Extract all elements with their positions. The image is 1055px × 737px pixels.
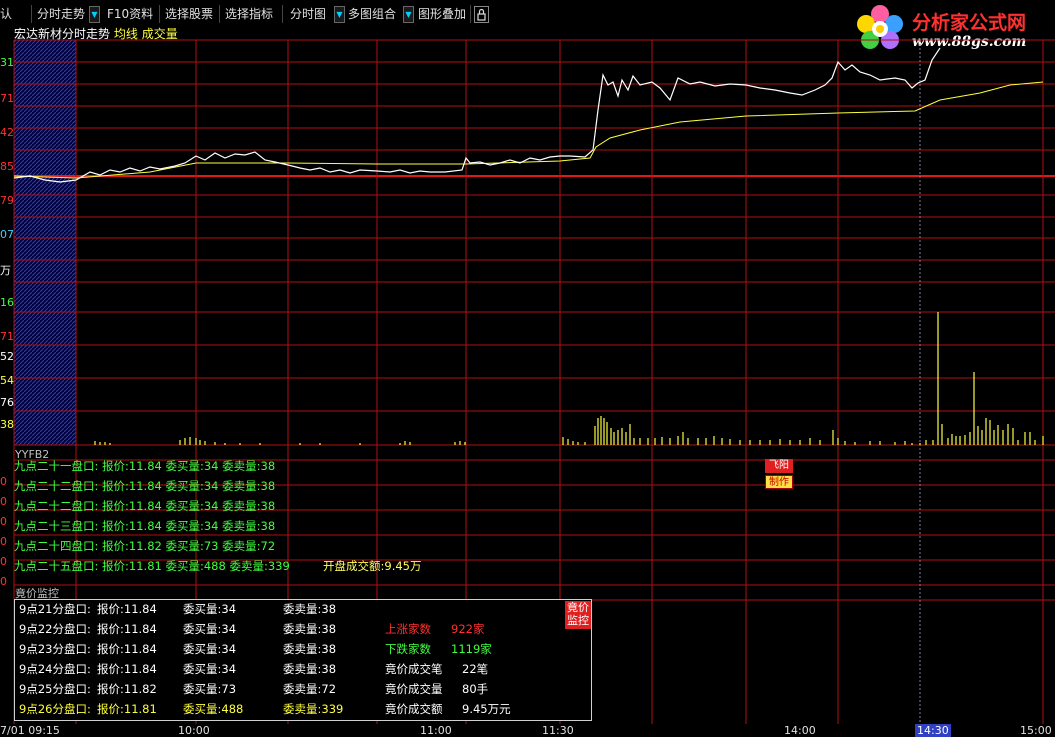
monitor-stat: 竟价成交笔 22笔 — [385, 661, 545, 677]
monitor-stat: 竟价成交量 80手 — [385, 681, 545, 697]
monitor-stat-value: 1119家 — [451, 642, 492, 656]
monitor-cell-time: 9点25分盘口: — [19, 682, 91, 696]
left-axis-label: 0 — [0, 475, 7, 488]
monitor-cell-buy: 委买量:34 — [183, 602, 237, 616]
monitor-stat-label: 竟价成交量 — [385, 682, 443, 696]
open-amount: 开盘成交额:9.45万 — [323, 559, 422, 573]
monitor-cell-buy: 委买量:488 — [183, 702, 244, 716]
monitor-cell-time: 9点22分盘口: — [19, 622, 91, 636]
indicator-row: 九点二十二盘口: 报价:11.84 委买量:34 委卖量:38 — [14, 479, 276, 493]
left-axis-label: 71 — [0, 92, 14, 105]
monitor-row: 9点23分盘口: 报价:11.84 委买量:34 委卖量:38 — [19, 641, 359, 657]
monitor-cell-price: 报价:11.84 — [97, 622, 157, 636]
monitor-badge: 竟价监控 — [565, 601, 591, 629]
monitor-row: 9点22分盘口: 报价:11.84 委买量:34 委卖量:38 — [19, 621, 359, 637]
left-axis-label: 0 — [0, 555, 7, 568]
left-axis-label: 31 — [0, 56, 14, 69]
time-axis-label: 14:00 — [784, 724, 816, 737]
monitor-stat-label: 上涨家数 — [385, 622, 431, 636]
indicator-row: 九点二十三盘口: 报价:11.84 委买量:34 委卖量:38 — [14, 519, 276, 533]
left-axis-label: 54 — [0, 374, 14, 387]
monitor-cell-sell: 委卖量:38 — [283, 622, 337, 636]
monitor-cell-buy: 委买量:34 — [183, 622, 237, 636]
monitor-cell-time: 9点21分盘口: — [19, 602, 91, 616]
monitor-cell-sell: 委卖量:72 — [283, 682, 337, 696]
monitor-cell-buy: 委买量:34 — [183, 662, 237, 676]
left-axis-label: 07 — [0, 228, 14, 241]
monitor-cell-price: 报价:11.81 — [97, 702, 157, 716]
avg-price-line — [13, 81, 1044, 179]
monitor-cell-sell: 委卖量:38 — [283, 602, 337, 616]
left-axis-label: 38 — [0, 418, 14, 431]
monitor-stat-value: 922家 — [451, 622, 485, 636]
premarket-area — [14, 40, 76, 445]
time-axis-label: 15:00 — [1020, 724, 1052, 737]
left-axis-label: 79 — [0, 194, 14, 207]
monitor-stat-value: 22笔 — [462, 662, 489, 676]
left-axis-label: 76 — [0, 396, 14, 409]
left-axis-label: 0 — [0, 575, 7, 588]
left-axis-label: 71 — [0, 330, 14, 343]
monitor-cell-time: 9点24分盘口: — [19, 662, 91, 676]
monitor-cell-price: 报价:11.84 — [97, 662, 157, 676]
monitor-row: 9点21分盘口: 报价:11.84 委买量:34 委卖量:38 — [19, 601, 359, 617]
indicator-row: 九点二十一盘口: 报价:11.84 委买量:34 委卖量:38 — [14, 459, 276, 473]
monitor-cell-buy: 委买量:34 — [183, 642, 237, 656]
monitor-row: 9点25分盘口: 报价:11.82 委买量:73 委卖量:72 — [19, 681, 359, 697]
monitor-cell-sell: 委卖量:38 — [283, 642, 337, 656]
left-axis-label: 85 — [0, 160, 14, 173]
monitor-cell-sell: 委卖量:38 — [283, 662, 337, 676]
indicator-row: 九点二十二盘口: 报价:11.84 委买量:34 委卖量:38 — [14, 499, 276, 513]
monitor-stat-value: 9.45万元 — [462, 702, 511, 716]
monitor-cell-buy: 委买量:73 — [183, 682, 237, 696]
monitor-stat-value: 80手 — [462, 682, 489, 696]
indicator-row: 九点二十五盘口: 报价:11.81 委买量:488 委卖量:339 — [14, 559, 290, 573]
left-axis-label: 42 — [0, 126, 14, 139]
monitor-cell-price: 报价:11.84 — [97, 602, 157, 616]
monitor-stat-label: 竟价成交额 — [385, 702, 443, 716]
left-axis-label: 0 — [0, 515, 7, 528]
left-axis-label: 16 — [0, 296, 14, 309]
time-axis-label: 10:00 — [178, 724, 210, 737]
monitor-cell-sell: 委卖量:339 — [283, 702, 344, 716]
time-axis-label: 11:30 — [542, 724, 574, 737]
monitor-cell-time: 9点26分盘口: — [19, 702, 91, 716]
author-badge-top: 飞阳 — [765, 459, 793, 473]
author-badge-bottom: 制作 — [765, 475, 793, 489]
auction-monitor-panel: 竟价监控 9点21分盘口: 报价:11.84 委买量:34 委卖量:38 9点22分盘口… — [14, 599, 592, 721]
monitor-stat-label: 竟价成交笔 — [385, 662, 443, 676]
monitor-cell-price: 报价:11.82 — [97, 682, 157, 696]
monitor-stat-label: 下跌家数 — [385, 642, 431, 656]
monitor-cell-time: 9点23分盘口: — [19, 642, 91, 656]
left-axis-label: 0 — [0, 495, 7, 508]
indicator-row: 九点二十四盘口: 报价:11.82 委买量:73 委卖量:72 — [14, 539, 276, 553]
monitor-stat: 竟价成交额 9.45万元 — [385, 701, 545, 717]
monitor-stat: 上涨家数 922家 — [385, 621, 545, 637]
monitor-stat: 下跌家数 1119家 — [385, 641, 545, 657]
monitor-row: 9点26分盘口: 报价:11.81 委买量:488 委卖量:339 — [19, 701, 359, 717]
time-axis-label: 7/01 09:15 — [0, 724, 60, 737]
price-line — [13, 47, 941, 183]
left-axis-label: 万 — [0, 264, 11, 277]
left-axis-label: 52 — [0, 350, 14, 363]
monitor-row: 9点24分盘口: 报价:11.84 委买量:34 委卖量:38 — [19, 661, 359, 677]
left-axis-label: 0 — [0, 535, 7, 548]
monitor-cell-price: 报价:11.84 — [97, 642, 157, 656]
time-axis-label: 14:30 — [915, 724, 951, 737]
time-axis-label: 11:00 — [420, 724, 452, 737]
